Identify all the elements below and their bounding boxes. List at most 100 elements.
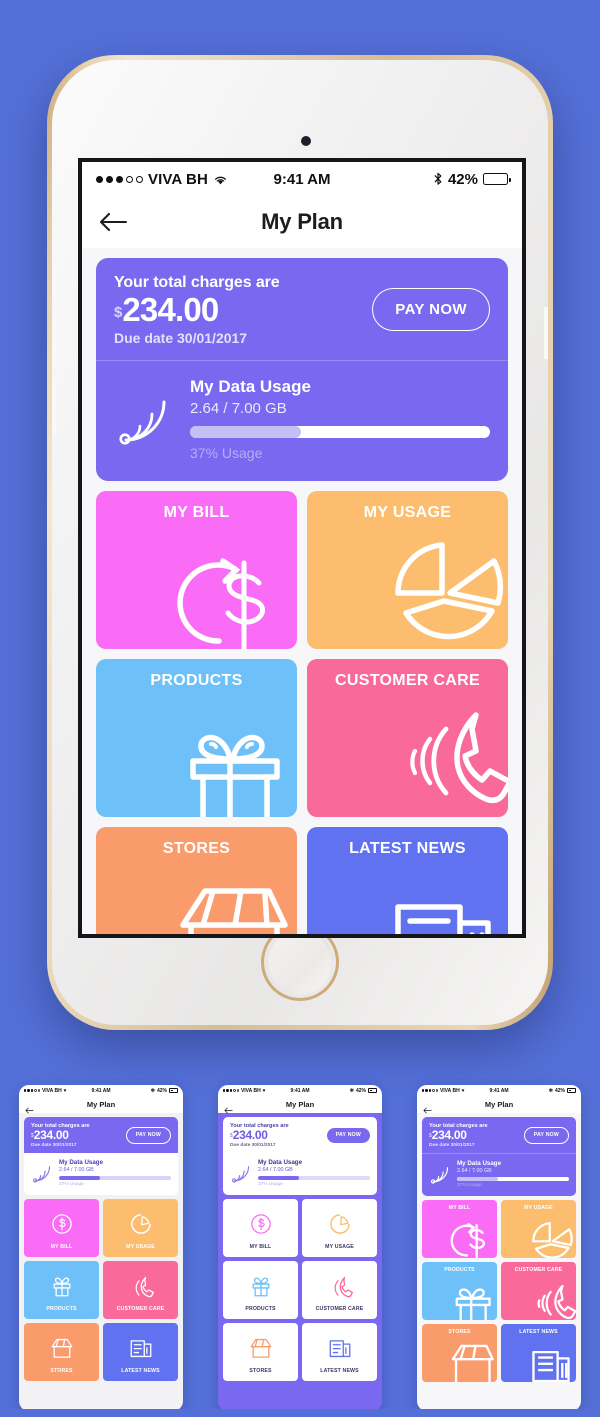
clock: 9:41 AM bbox=[290, 1087, 310, 1094]
gift-box-icon bbox=[248, 1273, 274, 1299]
tile-my-bill[interactable]: MY BILL bbox=[223, 1199, 298, 1258]
page-title: My Plan bbox=[86, 1100, 116, 1109]
wifi-signal-icon bbox=[31, 1162, 54, 1184]
total-amount: 234.00 bbox=[33, 1128, 69, 1142]
tile-my-usage[interactable]: MY USAGE bbox=[501, 1200, 576, 1259]
tile-my-usage[interactable]: MY USAGE bbox=[103, 1199, 178, 1258]
tile-products[interactable]: PRODUCTS bbox=[96, 658, 297, 817]
screen-content: Your total charges are $ 234.00 Due date… bbox=[218, 1113, 382, 1385]
variant-thumbnail-3[interactable]: VIVA BH ▾ 9:41 AM ✻ 42% My Plan Your tot… bbox=[404, 1077, 594, 1409]
variant-1-screen: VIVA BH ▾ 9:41 AM ✻ 42% My Plan Your tot… bbox=[19, 1085, 183, 1409]
navigation-bar: My Plan bbox=[82, 196, 522, 248]
signal-strength-icon bbox=[422, 1089, 438, 1092]
pay-now-button[interactable]: PAY NOW bbox=[523, 1126, 569, 1144]
tile-stores[interactable]: STORES bbox=[422, 1324, 497, 1383]
bill-refresh-dollar-icon bbox=[248, 1211, 274, 1237]
clock: 9:41 AM bbox=[91, 1087, 111, 1094]
data-usage-value: 2.64 / 7.00 GB bbox=[457, 1167, 492, 1174]
ringing-phone-icon bbox=[384, 699, 508, 817]
tile-label: LATEST NEWS bbox=[320, 1368, 359, 1375]
tile-latest-news[interactable]: LATEST NEWS bbox=[103, 1323, 178, 1382]
clock: 9:41 AM bbox=[489, 1087, 509, 1094]
tile-stores[interactable]: STORES bbox=[223, 1323, 298, 1382]
data-usage-progress-bar bbox=[59, 1175, 171, 1180]
tile-products[interactable]: PRODUCTS bbox=[24, 1261, 99, 1320]
menu-tiles: MY BILL MY USAGE PRODUCTS CUSTOMER CARE … bbox=[96, 490, 508, 934]
mute-switch[interactable] bbox=[52, 265, 56, 295]
data-usage-title: My Data Usage bbox=[457, 1159, 502, 1167]
pie-chart-icon bbox=[327, 1211, 353, 1237]
tile-label: LATEST NEWS bbox=[519, 1329, 558, 1336]
tile-products[interactable]: PRODUCTS bbox=[422, 1262, 497, 1321]
tile-my-bill[interactable]: MY BILL bbox=[24, 1199, 99, 1258]
tile-my-usage[interactable]: MY USAGE bbox=[302, 1199, 377, 1258]
tile-customer-care[interactable]: CUSTOMER CARE bbox=[501, 1262, 576, 1321]
tile-my-usage[interactable]: MY USAGE bbox=[307, 490, 508, 649]
total-amount: 234.00 bbox=[122, 291, 219, 328]
plan-card: Your total charges are $ 234.00 Due date… bbox=[422, 1117, 576, 1197]
charges-details: Your total charges are $ 234.00 Due date… bbox=[31, 1123, 126, 1148]
battery-icon bbox=[169, 1088, 178, 1093]
tile-my-bill[interactable]: MY BILL bbox=[96, 490, 297, 649]
variant-thumbnail-1[interactable]: VIVA BH ▾ 9:41 AM ✻ 42% My Plan Your tot… bbox=[6, 1077, 196, 1409]
tile-stores[interactable]: STORES bbox=[96, 826, 297, 934]
tile-latest-news[interactable]: LATEST NEWS bbox=[501, 1324, 576, 1383]
bluetooth-icon: ✻ bbox=[548, 1087, 553, 1094]
navigation-bar: My Plan bbox=[417, 1096, 581, 1114]
status-bar: VIVA BH ▾ 9:41 AM ✻ 42% bbox=[19, 1085, 183, 1096]
carrier-name: VIVA BH bbox=[148, 170, 208, 188]
pay-now-button[interactable]: PAY NOW bbox=[125, 1126, 171, 1144]
status-bar-right: ✻ 42% bbox=[310, 1087, 377, 1094]
bill-refresh-dollar-icon bbox=[173, 545, 291, 649]
tile-label: STORES bbox=[162, 839, 231, 857]
tile-label: PRODUCTS bbox=[150, 671, 243, 689]
clock: 9:41 AM bbox=[273, 170, 331, 188]
variant-thumbnail-2[interactable]: VIVA BH ▾ 9:41 AM ✻ 42% My Plan Your tot… bbox=[205, 1077, 395, 1409]
tile-label: PRODUCTS bbox=[245, 1306, 276, 1313]
phone-device: VIVA BH 9:41 AM 42% My Plan Your total c… bbox=[47, 55, 553, 1030]
charges-section: Your total charges are $ 234.00 Due date… bbox=[223, 1117, 377, 1153]
tile-latest-news[interactable]: LATEST NEWS bbox=[302, 1323, 377, 1382]
amount-row: $ 234.00 bbox=[230, 1129, 327, 1142]
tile-label: CUSTOMER CARE bbox=[116, 1306, 165, 1313]
tile-customer-care[interactable]: CUSTOMER CARE bbox=[307, 658, 508, 817]
battery-percent: 42% bbox=[355, 1087, 366, 1094]
tile-my-bill[interactable]: MY BILL bbox=[422, 1200, 497, 1259]
newspaper-icon bbox=[327, 1335, 353, 1361]
battery-icon bbox=[368, 1088, 377, 1093]
gift-box-icon bbox=[449, 1280, 495, 1321]
power-button[interactable] bbox=[544, 307, 548, 359]
tile-customer-care[interactable]: CUSTOMER CARE bbox=[103, 1261, 178, 1320]
tile-latest-news[interactable]: LATEST NEWS bbox=[307, 826, 508, 934]
volume-up-button[interactable] bbox=[52, 315, 56, 367]
charges-details: Your total charges are $ 234.00 Due date… bbox=[114, 274, 372, 346]
phone-body: VIVA BH 9:41 AM 42% My Plan Your total c… bbox=[52, 60, 548, 1025]
data-usage-progress-bar bbox=[190, 425, 490, 438]
tile-products[interactable]: PRODUCTS bbox=[223, 1261, 298, 1320]
storefront-icon bbox=[248, 1335, 274, 1361]
gift-box-icon bbox=[49, 1273, 75, 1299]
menu-tiles: MY BILL MY USAGE PRODUCTS CUSTOMER CARE bbox=[422, 1200, 576, 1383]
data-usage-details: My Data Usage 2.64 / 7.00 GB 37% Usage bbox=[258, 1158, 370, 1187]
data-usage-value: 2.64 / 7.00 GB bbox=[258, 1166, 293, 1173]
status-bar-right: ✻ 42% bbox=[509, 1087, 576, 1094]
data-usage-details: My Data Usage 2.64 / 7.00 GB 37% Usage bbox=[190, 377, 490, 461]
wifi-icon: ▾ bbox=[262, 1087, 266, 1094]
bluetooth-icon: ✻ bbox=[349, 1087, 354, 1094]
phone-screen: VIVA BH 9:41 AM 42% My Plan Your total c… bbox=[78, 158, 526, 938]
pie-chart-icon bbox=[128, 1211, 154, 1237]
data-usage-title: My Data Usage bbox=[258, 1158, 303, 1166]
pay-now-button[interactable]: PAY NOW bbox=[326, 1127, 370, 1143]
volume-down-button[interactable] bbox=[52, 382, 56, 434]
status-bar-right: ✻ 42% bbox=[111, 1088, 178, 1094]
tile-label: MY BILL bbox=[163, 503, 230, 521]
pay-now-button[interactable]: PAY NOW bbox=[372, 288, 490, 332]
tile-stores[interactable]: STORES bbox=[24, 1323, 99, 1382]
status-bar-left: VIVA BH ▾ bbox=[422, 1088, 490, 1094]
tile-label: STORES bbox=[50, 1368, 73, 1375]
data-usage-value: 2.64 / 7.00 GB bbox=[59, 1166, 94, 1173]
data-usage-title: My Data Usage bbox=[59, 1158, 104, 1166]
tile-customer-care[interactable]: CUSTOMER CARE bbox=[302, 1261, 377, 1320]
carrier-name: VIVA BH bbox=[439, 1087, 460, 1094]
wifi-signal-icon bbox=[429, 1163, 452, 1185]
